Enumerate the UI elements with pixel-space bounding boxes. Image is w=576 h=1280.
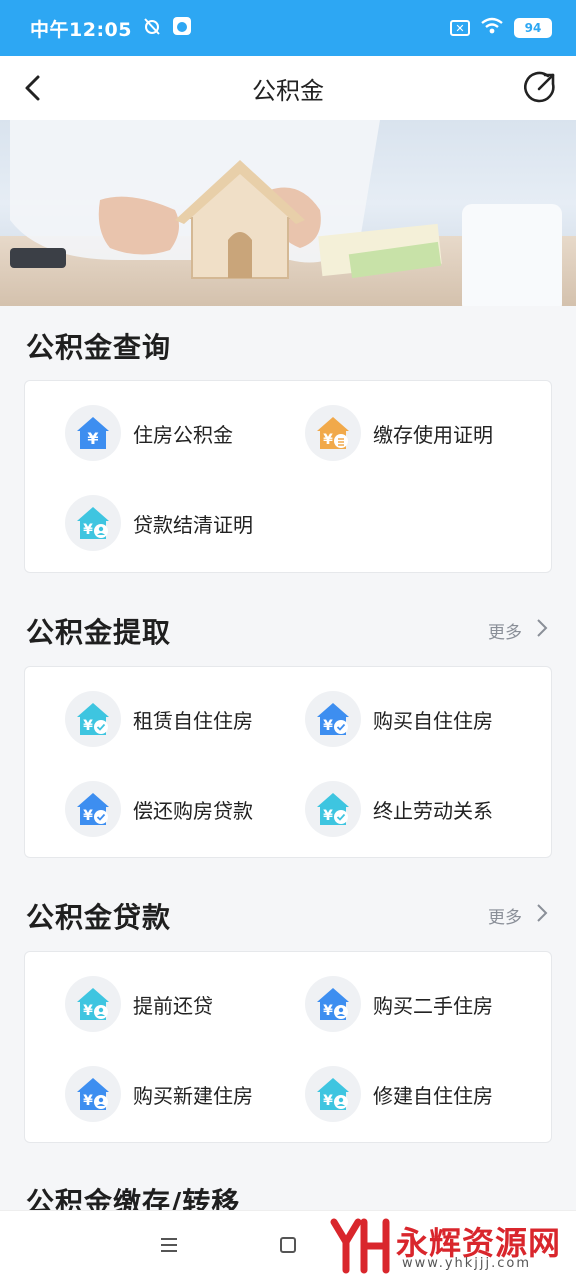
house-yuan-check-icon: ¥: [305, 781, 361, 837]
watermark: 永辉资源网 www.yhkjjj.com: [330, 1212, 576, 1278]
banner-image[interactable]: [0, 120, 576, 306]
more-label: 更多: [488, 623, 522, 643]
banner-illustration: [10, 120, 562, 306]
house-yuan-icon: ¥: [65, 405, 121, 461]
item-deposit-certificate[interactable]: ¥ 缴存使用证明: [305, 405, 493, 461]
section-title-loan: 公积金贷款: [26, 901, 172, 934]
watermark-url: www.yhkjjj.com: [402, 1256, 532, 1271]
page-title: 公积金: [252, 76, 324, 105]
house-yuan-person-icon: ¥: [305, 976, 361, 1032]
query-card: ¥ 住房公积金 ¥ 缴存使用证明 ¥ 贷款结清证明: [24, 380, 552, 573]
item-housing-fund[interactable]: ¥ 住房公积金: [65, 405, 233, 461]
item-terminate-employment[interactable]: ¥ 终止劳动关系: [305, 781, 493, 837]
app-notification-icon: [172, 16, 192, 41]
item-label: 偿还购房贷款: [133, 798, 253, 823]
more-label: 更多: [488, 908, 522, 928]
nav-bar: 公积金: [0, 56, 576, 120]
back-arrow-icon[interactable]: [18, 72, 50, 104]
item-repay-mortgage[interactable]: ¥ 偿还购房贷款: [65, 781, 253, 837]
house-yuan-person-icon: ¥: [305, 1066, 361, 1122]
svg-text:¥: ¥: [83, 1003, 93, 1019]
share-icon[interactable]: [524, 70, 558, 104]
house-yuan-check-icon: ¥: [65, 691, 121, 747]
svg-text:¥: ¥: [83, 718, 93, 734]
item-label: 租赁自住住房: [133, 708, 253, 733]
svg-text:¥: ¥: [83, 808, 93, 824]
svg-text:¥: ¥: [87, 429, 98, 448]
svg-text:¥: ¥: [323, 1003, 333, 1019]
item-rent-housing[interactable]: ¥ 租赁自住住房: [65, 691, 253, 747]
house-yuan-check-icon: ¥: [305, 691, 361, 747]
menu-icon[interactable]: [160, 1237, 178, 1253]
item-label: 终止劳动关系: [373, 798, 493, 823]
item-buy-new-housing[interactable]: ¥ 购买新建住房: [65, 1066, 253, 1122]
wifi-icon: [480, 17, 504, 39]
loan-card: ¥ 提前还贷 ¥ 购买二手住房 ¥ 购买新建住房 ¥ 修建自住住房: [24, 951, 552, 1143]
watermark-logo-icon: [330, 1218, 390, 1274]
item-buy-second-hand[interactable]: ¥ 购买二手住房: [305, 976, 493, 1032]
item-early-repayment[interactable]: ¥ 提前还贷: [65, 976, 213, 1032]
item-label: 缴存使用证明: [373, 422, 493, 447]
svg-text:¥: ¥: [323, 1093, 333, 1109]
item-label: 购买二手住房: [373, 993, 493, 1018]
house-yuan-document-icon: ¥: [305, 405, 361, 461]
section-title-withdraw: 公积金提取: [26, 616, 172, 649]
withdraw-card: ¥ 租赁自住住房 ¥ 购买自住住房 ¥ 偿还购房贷款 ¥ 终止劳动关系: [24, 666, 552, 858]
chevron-right-icon: [536, 618, 548, 643]
battery-icon: 94: [514, 18, 552, 38]
more-link-withdraw[interactable]: 更多: [488, 618, 548, 643]
house-yuan-check-icon: ¥: [65, 781, 121, 837]
house-yuan-person-icon: ¥: [65, 495, 121, 551]
home-square-icon[interactable]: [280, 1237, 296, 1253]
svg-text:¥: ¥: [83, 522, 93, 538]
no-sim-icon: ✕: [450, 20, 470, 36]
item-buy-housing[interactable]: ¥ 购买自住住房: [305, 691, 493, 747]
item-loan-settlement-certificate[interactable]: ¥ 贷款结清证明: [65, 495, 253, 551]
item-label: 贷款结清证明: [133, 512, 253, 537]
item-label: 住房公积金: [133, 422, 233, 447]
alarm-off-icon: [142, 16, 162, 41]
section-title-query: 公积金查询: [26, 331, 172, 364]
svg-text:¥: ¥: [83, 1093, 93, 1109]
house-yuan-person-icon: ¥: [65, 1066, 121, 1122]
status-bar: 中午12:05 ✕ 94: [0, 0, 576, 56]
item-build-own-housing[interactable]: ¥ 修建自住住房: [305, 1066, 493, 1122]
status-time: 中午12:05: [30, 18, 132, 41]
more-link-loan[interactable]: 更多: [488, 903, 548, 928]
svg-text:¥: ¥: [323, 718, 333, 734]
svg-text:¥: ¥: [323, 808, 333, 824]
item-label: 购买自住住房: [373, 708, 493, 733]
item-label: 提前还贷: [133, 993, 213, 1018]
item-label: 购买新建住房: [133, 1083, 253, 1108]
house-yuan-person-icon: ¥: [65, 976, 121, 1032]
chevron-right-icon: [536, 903, 548, 928]
svg-text:¥: ¥: [323, 432, 333, 448]
item-label: 修建自住住房: [373, 1083, 493, 1108]
